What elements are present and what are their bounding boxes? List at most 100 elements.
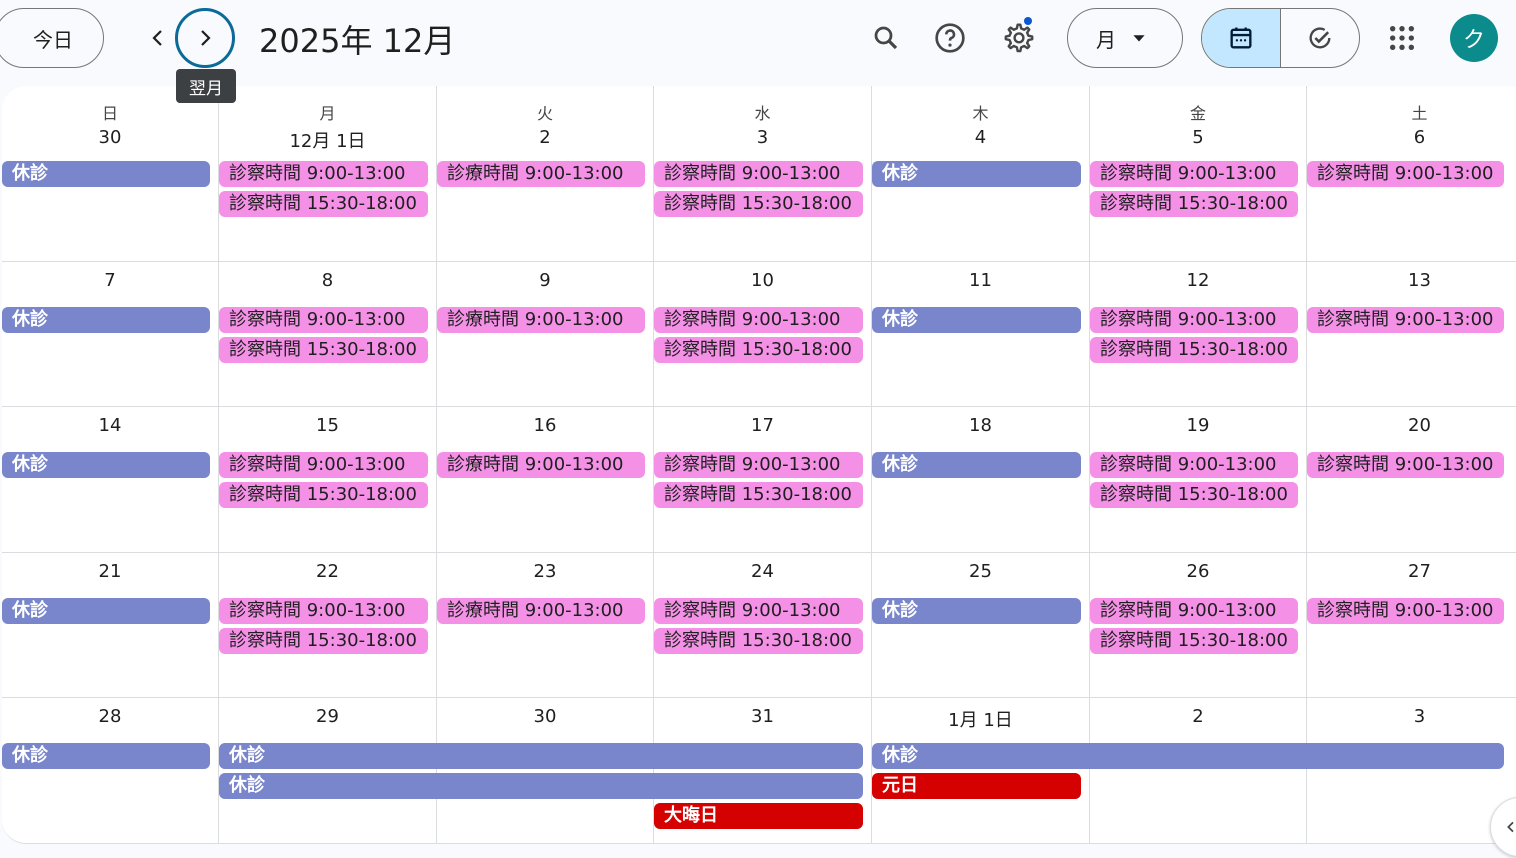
day-number[interactable]: 23 (437, 561, 653, 582)
day-number[interactable]: 29 (219, 706, 436, 727)
day-number[interactable]: 14 (2, 415, 218, 436)
hours-event-chip[interactable]: 診察時間 9:00-13:00 (654, 161, 863, 187)
hours-event-chip[interactable]: 診察時間 15:30-18:00 (219, 337, 428, 363)
hours-event-chip[interactable]: 診察時間 9:00-13:00 (654, 452, 863, 478)
day-number[interactable]: 30 (437, 706, 653, 727)
closed-event-chip[interactable]: 休診 (219, 773, 863, 799)
holiday-event-chip[interactable]: 大晦日 (654, 803, 863, 829)
next-month-button[interactable] (175, 8, 235, 68)
closed-event-chip[interactable]: 休診 (219, 743, 863, 769)
hours-event-chip[interactable]: 診察時間 15:30-18:00 (654, 628, 863, 654)
hours-event-chip[interactable]: 診察時間 15:30-18:00 (1090, 628, 1298, 654)
day-cell[interactable]: 9 (437, 262, 654, 407)
closed-event-chip[interactable]: 休診 (872, 307, 1081, 333)
hours-event-chip[interactable]: 診察時間 9:00-13:00 (1090, 452, 1298, 478)
hours-event-chip[interactable]: 診療時間 9:00-13:00 (437, 452, 645, 478)
closed-event-chip[interactable]: 休診 (872, 598, 1081, 624)
day-number[interactable]: 21 (2, 561, 218, 582)
day-number[interactable]: 12 (1090, 270, 1306, 291)
day-cell[interactable]: 22 (219, 553, 437, 698)
day-cell[interactable]: 14 (2, 407, 219, 553)
today-button[interactable]: 今日 (0, 8, 104, 68)
day-cell[interactable]: 25 (872, 553, 1090, 698)
day-cell[interactable]: 29 (219, 698, 437, 843)
day-number[interactable]: 6 (1307, 127, 1516, 148)
hours-event-chip[interactable]: 診察時間 9:00-13:00 (654, 307, 863, 333)
hours-event-chip[interactable]: 診察時間 9:00-13:00 (219, 452, 428, 478)
day-number[interactable]: 9 (437, 270, 653, 291)
day-number[interactable]: 22 (219, 561, 436, 582)
day-cell[interactable]: 30 (437, 698, 654, 843)
day-cell[interactable]: 15 (219, 407, 437, 553)
closed-event-chip[interactable]: 休診 (872, 452, 1081, 478)
hours-event-chip[interactable]: 診察時間 9:00-13:00 (654, 598, 863, 624)
day-number[interactable]: 1月 1日 (872, 706, 1089, 732)
search-button[interactable] (860, 12, 912, 64)
day-number[interactable]: 30 (2, 127, 218, 148)
day-cell[interactable]: 2 (1090, 698, 1307, 843)
hours-event-chip[interactable]: 診察時間 9:00-13:00 (1307, 161, 1504, 187)
hours-event-chip[interactable]: 診察時間 15:30-18:00 (1090, 337, 1298, 363)
hours-event-chip[interactable]: 診察時間 15:30-18:00 (654, 337, 863, 363)
day-number[interactable]: 3 (654, 127, 871, 148)
day-number[interactable]: 15 (219, 415, 436, 436)
day-number[interactable]: 20 (1307, 415, 1516, 436)
hours-event-chip[interactable]: 診察時間 9:00-13:00 (1307, 598, 1504, 624)
google-apps-button[interactable] (1376, 12, 1428, 64)
day-cell[interactable]: 8 (219, 262, 437, 407)
hours-event-chip[interactable]: 診察時間 15:30-18:00 (219, 191, 428, 217)
day-number[interactable]: 17 (654, 415, 871, 436)
day-cell[interactable]: 16 (437, 407, 654, 553)
day-number[interactable]: 18 (872, 415, 1089, 436)
day-number[interactable]: 12月 1日 (219, 127, 436, 153)
closed-event-chip[interactable]: 休診 (2, 598, 210, 624)
hours-event-chip[interactable]: 診察時間 9:00-13:00 (1307, 307, 1504, 333)
day-number[interactable]: 8 (219, 270, 436, 291)
day-number[interactable]: 26 (1090, 561, 1306, 582)
day-cell[interactable]: 11 (872, 262, 1090, 407)
account-avatar[interactable]: ク (1450, 14, 1498, 62)
day-cell[interactable]: 21 (2, 553, 219, 698)
help-button[interactable] (924, 12, 976, 64)
day-number[interactable]: 28 (2, 706, 218, 727)
closed-event-chip[interactable]: 休診 (2, 161, 210, 187)
day-number[interactable]: 5 (1090, 127, 1306, 148)
closed-event-chip[interactable]: 休診 (872, 743, 1504, 769)
hours-event-chip[interactable]: 診察時間 9:00-13:00 (1090, 307, 1298, 333)
day-number[interactable]: 16 (437, 415, 653, 436)
hours-event-chip[interactable]: 診察時間 9:00-13:00 (219, 161, 428, 187)
hours-event-chip[interactable]: 診察時間 9:00-13:00 (1090, 598, 1298, 624)
day-cell[interactable]: 3 (1307, 698, 1516, 843)
hours-event-chip[interactable]: 診察時間 9:00-13:00 (1307, 452, 1504, 478)
hours-event-chip[interactable]: 診察時間 15:30-18:00 (654, 482, 863, 508)
day-cell[interactable]: 7 (2, 262, 219, 407)
day-cell[interactable]: 13 (1307, 262, 1516, 407)
closed-event-chip[interactable]: 休診 (872, 161, 1081, 187)
day-number[interactable]: 2 (1090, 706, 1306, 727)
day-number[interactable]: 13 (1307, 270, 1516, 291)
hours-event-chip[interactable]: 診療時間 9:00-13:00 (437, 598, 645, 624)
day-cell[interactable]: 17 (654, 407, 872, 553)
day-number[interactable]: 7 (2, 270, 218, 291)
day-cell[interactable]: 24 (654, 553, 872, 698)
hours-event-chip[interactable]: 診察時間 15:30-18:00 (219, 482, 428, 508)
holiday-event-chip[interactable]: 元日 (872, 773, 1081, 799)
day-number[interactable]: 11 (872, 270, 1089, 291)
day-number[interactable]: 10 (654, 270, 871, 291)
hours-event-chip[interactable]: 診察時間 9:00-13:00 (219, 598, 428, 624)
day-cell[interactable]: 12 (1090, 262, 1307, 407)
day-cell[interactable]: 26 (1090, 553, 1307, 698)
day-cell[interactable]: 10 (654, 262, 872, 407)
hours-event-chip[interactable]: 診療時間 9:00-13:00 (437, 307, 645, 333)
closed-event-chip[interactable]: 休診 (2, 307, 210, 333)
hours-event-chip[interactable]: 診療時間 9:00-13:00 (437, 161, 645, 187)
view-selector[interactable]: 月 (1067, 8, 1183, 68)
hours-event-chip[interactable]: 診察時間 9:00-13:00 (1090, 161, 1298, 187)
hours-event-chip[interactable]: 診察時間 15:30-18:00 (654, 191, 863, 217)
day-number[interactable]: 19 (1090, 415, 1306, 436)
hours-event-chip[interactable]: 診察時間 15:30-18:00 (219, 628, 428, 654)
calendar-view-button[interactable] (1202, 9, 1281, 67)
day-number[interactable]: 24 (654, 561, 871, 582)
day-number[interactable]: 27 (1307, 561, 1516, 582)
day-cell[interactable]: 23 (437, 553, 654, 698)
